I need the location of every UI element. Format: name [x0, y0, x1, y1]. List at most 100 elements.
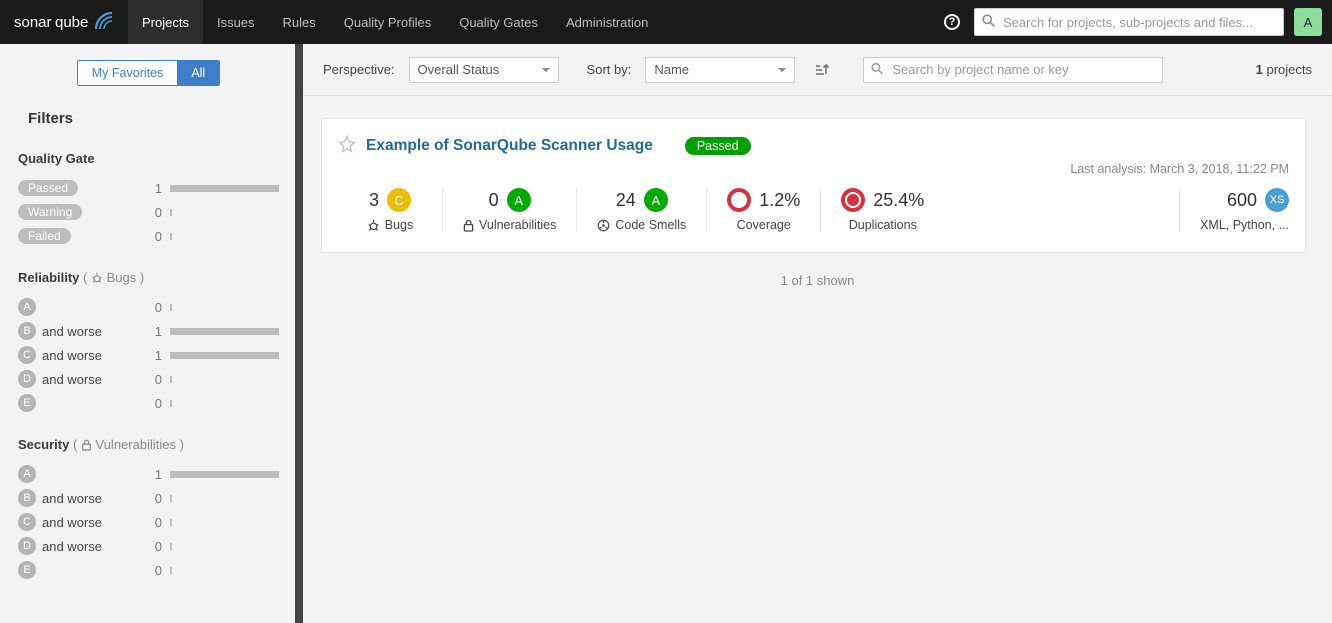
lock-icon	[463, 219, 474, 232]
perspective-select[interactable]: Overall Status	[409, 57, 559, 83]
projects-scope-toggle: My Favorites All	[77, 60, 220, 86]
bug-icon	[367, 219, 380, 232]
facet-bar	[170, 471, 279, 478]
project-metrics-row: 3 C Bugs 0 A Vulnerabilities	[338, 188, 1289, 232]
facet-header[interactable]: Quality Gate	[18, 151, 279, 166]
search-icon	[982, 14, 995, 30]
facet-bar	[170, 233, 172, 240]
facet-option-sec-b[interactable]: Band worse 0	[18, 486, 279, 510]
smells-rating-icon: A	[644, 188, 668, 212]
nav-label: Quality Profiles	[344, 15, 431, 30]
nav-label: Projects	[142, 15, 189, 30]
filters-sidebar: My Favorites All Filters Quality Gate Pa…	[0, 44, 295, 623]
svg-text:sonar: sonar	[14, 14, 52, 31]
user-avatar[interactable]: A	[1294, 8, 1322, 36]
facet-option-passed[interactable]: Passed 1	[18, 176, 279, 200]
project-search-input[interactable]	[863, 57, 1163, 83]
loc-value: 600	[1227, 190, 1257, 211]
facet-quality-gate: Quality Gate Passed 1 Warning 0 Failed 0	[14, 151, 283, 248]
quality-gate-badge: Passed	[685, 137, 751, 155]
brand-logo[interactable]: sonar qube	[0, 0, 128, 44]
nav-quality-gates[interactable]: Quality Gates	[445, 0, 552, 44]
facet-option-rel-c[interactable]: Cand worse 1	[18, 343, 279, 367]
facet-count: 1	[146, 324, 162, 339]
nav-administration[interactable]: Administration	[552, 0, 662, 44]
grade-icon: B	[18, 489, 36, 507]
facet-bar	[170, 519, 172, 526]
coverage-donut-icon	[727, 188, 751, 212]
grade-icon: D	[18, 537, 36, 555]
perspective-label: Perspective:	[323, 62, 395, 77]
facet-option-rel-e[interactable]: E 0	[18, 391, 279, 415]
metric-vulnerabilities[interactable]: 0 A Vulnerabilities	[442, 188, 576, 232]
svg-text:qube: qube	[55, 14, 88, 31]
dup-value: 25.4%	[873, 190, 924, 211]
facet-option-sec-d[interactable]: Dand worse 0	[18, 534, 279, 558]
metric-duplications[interactable]: 25.4% Duplications	[820, 188, 944, 232]
global-search	[974, 8, 1284, 36]
lock-icon	[81, 439, 92, 451]
metric-bugs[interactable]: 3 C Bugs	[338, 188, 442, 232]
nav-issues[interactable]: Issues	[203, 0, 269, 44]
sort-direction-button[interactable]	[809, 58, 833, 82]
facet-pill: Failed	[18, 228, 71, 244]
facet-option-rel-a[interactable]: A 0	[18, 295, 279, 319]
nav-label: Issues	[217, 15, 255, 30]
grade-icon: C	[18, 513, 36, 531]
project-name-link[interactable]: Example of SonarQube Scanner Usage	[366, 137, 653, 155]
facet-count: 0	[146, 300, 162, 315]
facet-option-failed[interactable]: Failed 0	[18, 224, 279, 248]
facet-count: 0	[146, 491, 162, 506]
toggle-all[interactable]: All	[177, 61, 219, 85]
sonarqube-logo-icon: sonar qube	[14, 11, 114, 33]
facet-count: 1	[146, 348, 162, 363]
help-icon[interactable]: ?	[944, 14, 960, 30]
facet-reliability: Reliability ( Bugs ) A 0 Band worse 1 Ca…	[14, 270, 283, 415]
duplications-donut-icon	[841, 188, 865, 212]
project-search	[863, 57, 1163, 83]
bugs-value: 3	[369, 190, 379, 211]
nav-label: Administration	[566, 15, 648, 30]
facet-header[interactable]: Security ( Vulnerabilities )	[18, 437, 279, 452]
projects-count: 1 projects	[1256, 62, 1312, 77]
project-card: Example of SonarQube Scanner Usage Passe…	[321, 118, 1306, 253]
facet-pill: Passed	[18, 180, 78, 196]
facet-count: 0	[146, 515, 162, 530]
facet-security: Security ( Vulnerabilities ) A 1 Band wo…	[14, 437, 283, 582]
sort-by-select[interactable]: Name	[645, 57, 795, 83]
facet-pill: Warning	[18, 204, 82, 220]
global-search-input[interactable]	[974, 8, 1284, 36]
facet-option-sec-c[interactable]: Cand worse 0	[18, 510, 279, 534]
nav-quality-profiles[interactable]: Quality Profiles	[330, 0, 445, 44]
facet-bar	[170, 376, 172, 383]
coverage-value: 1.2%	[759, 190, 800, 211]
facet-option-sec-e[interactable]: E 0	[18, 558, 279, 582]
facet-count: 1	[146, 181, 162, 196]
facet-count: 0	[146, 229, 162, 244]
toggle-my-favorites[interactable]: My Favorites	[78, 61, 178, 85]
grade-icon: E	[18, 561, 36, 579]
facet-option-rel-b[interactable]: Band worse 1	[18, 319, 279, 343]
nav-projects[interactable]: Projects	[128, 0, 203, 44]
bugs-rating-icon: C	[387, 188, 411, 212]
grade-icon: D	[18, 370, 36, 388]
metric-size[interactable]: 600 XS XML, Python, ...	[1179, 188, 1289, 232]
metric-coverage[interactable]: 1.2% Coverage	[706, 188, 820, 232]
facet-option-rel-d[interactable]: Dand worse 0	[18, 367, 279, 391]
sort-asc-icon	[813, 62, 829, 78]
facet-bar	[170, 400, 172, 407]
facet-bar	[170, 328, 279, 335]
facet-header[interactable]: Reliability ( Bugs )	[18, 270, 279, 285]
facet-option-warning[interactable]: Warning 0	[18, 200, 279, 224]
facet-option-sec-a[interactable]: A 1	[18, 462, 279, 486]
favorite-star-icon[interactable]	[338, 135, 356, 156]
grade-icon: A	[18, 465, 36, 483]
bug-icon	[91, 272, 103, 284]
facet-bar	[170, 185, 279, 192]
user-initial: A	[1304, 15, 1313, 30]
sidebar-resizer[interactable]	[295, 44, 303, 623]
nav-rules[interactable]: Rules	[269, 0, 330, 44]
facet-count: 0	[146, 563, 162, 578]
filters-title: Filters	[28, 110, 283, 127]
metric-code-smells[interactable]: 24 A Code Smells	[576, 188, 706, 232]
